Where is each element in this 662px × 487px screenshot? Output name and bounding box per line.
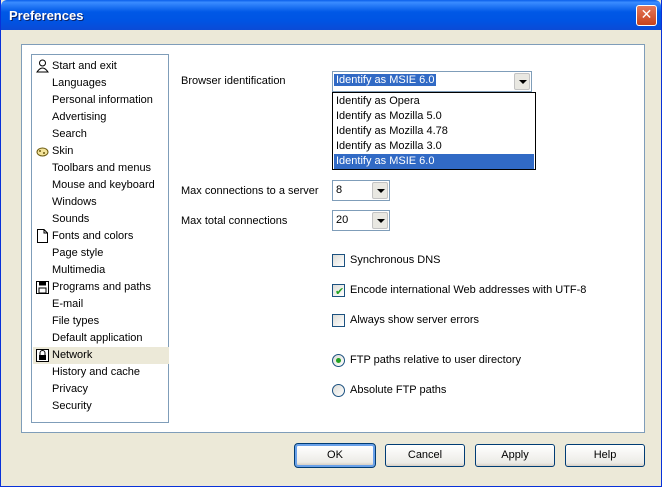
nav-item-label: Sounds bbox=[52, 213, 90, 225]
ok-button[interactable]: OK bbox=[294, 443, 376, 468]
server-errors-label[interactable]: Always show server errors bbox=[350, 314, 479, 326]
nav-item-sounds[interactable]: Sounds bbox=[33, 211, 169, 228]
close-icon: ✕ bbox=[640, 7, 653, 23]
nav-item-default-application[interactable]: Default application bbox=[33, 330, 169, 347]
nav-item-label: Start and exit bbox=[52, 60, 117, 72]
apply-button[interactable]: Apply bbox=[475, 444, 555, 467]
nav-item-label: Fonts and colors bbox=[52, 230, 134, 242]
nav-item-label: Skin bbox=[52, 145, 74, 157]
server-errors-checkbox[interactable] bbox=[332, 314, 345, 327]
nav-item-label: Windows bbox=[52, 196, 97, 208]
sync-dns-label[interactable]: Synchronous DNS bbox=[350, 254, 441, 266]
browser-id-option-label: Identify as Mozilla 3.0 bbox=[336, 140, 442, 152]
max-server-value: 8 bbox=[336, 184, 343, 196]
nav-item-languages[interactable]: Languages bbox=[33, 75, 169, 92]
cancel-button[interactable]: Cancel bbox=[385, 444, 465, 467]
nav-item-advertising[interactable]: Advertising bbox=[33, 109, 169, 126]
browser-id-option-label: Identify as Mozilla 5.0 bbox=[336, 110, 442, 122]
browser-id-option[interactable]: Identify as Opera bbox=[334, 94, 534, 109]
skin-icon bbox=[36, 144, 49, 158]
lock-icon bbox=[36, 348, 49, 362]
nav-item-label: Programs and paths bbox=[52, 281, 152, 293]
radio-dot-icon bbox=[336, 358, 341, 363]
nav-item-label: Network bbox=[52, 349, 93, 361]
nav-item-label: Mouse and keyboard bbox=[52, 179, 155, 191]
nav-item-label: Security bbox=[52, 400, 92, 412]
nav-item-search[interactable]: Search bbox=[33, 126, 169, 143]
utf8-label[interactable]: Encode international Web addresses with … bbox=[350, 284, 586, 296]
nav-item-label: Page style bbox=[52, 247, 104, 259]
preferences-window: Preferences ✕ Start and exit Languages Per… bbox=[0, 0, 662, 487]
nav-item-windows[interactable]: Windows bbox=[33, 194, 169, 211]
nav-item-privacy[interactable]: Privacy bbox=[33, 381, 169, 398]
max-total-label: Max total connections bbox=[181, 215, 288, 227]
close-button[interactable]: ✕ bbox=[636, 5, 657, 26]
nav-item-label: File types bbox=[52, 315, 100, 327]
nav-item-skin[interactable]: Skin bbox=[33, 143, 169, 160]
nav-item-fonts-and-colors[interactable]: Fonts and colors bbox=[33, 228, 169, 245]
ftp-relative-label[interactable]: FTP paths relative to user directory bbox=[350, 354, 521, 366]
browser-id-option[interactable]: Identify as Mozilla 3.0 bbox=[334, 139, 534, 154]
browser-id-option-label: Identify as Opera bbox=[336, 95, 420, 107]
nav-item-label: Toolbars and menus bbox=[52, 162, 152, 174]
check-icon: ✔ bbox=[335, 285, 345, 298]
nav-item-security[interactable]: Security bbox=[33, 398, 169, 415]
nav-item-history-and-cache[interactable]: History and cache bbox=[33, 364, 169, 381]
page-icon bbox=[36, 229, 49, 243]
chevron-down-icon[interactable] bbox=[372, 182, 388, 199]
ftp-absolute-label[interactable]: Absolute FTP paths bbox=[350, 384, 446, 396]
browser-id-option-label: Identify as Mozilla 4.78 bbox=[336, 125, 448, 137]
nav-item-toolbars-and-menus[interactable]: Toolbars and menus bbox=[33, 160, 169, 177]
browser-id-option-label: Identify as MSIE 6.0 bbox=[336, 155, 435, 167]
category-list[interactable]: Start and exit Languages Personal informat… bbox=[31, 54, 169, 423]
ftp-relative-radio[interactable] bbox=[332, 354, 345, 367]
nav-item-label: Personal information bbox=[52, 94, 153, 106]
nav-item-multimedia[interactable]: Multimedia bbox=[33, 262, 169, 279]
browser-id-option[interactable]: Identify as Mozilla 5.0 bbox=[334, 109, 534, 124]
nav-item-label: History and cache bbox=[52, 366, 141, 378]
preferences-panel: Start and exit Languages Personal informat… bbox=[21, 44, 645, 433]
nav-item-label: Multimedia bbox=[52, 264, 106, 276]
nav-item-personal-information[interactable]: Personal information bbox=[33, 92, 169, 109]
title-bar[interactable]: Preferences ✕ bbox=[1, 0, 661, 30]
max-total-value: 20 bbox=[336, 214, 349, 226]
nav-item-page-style[interactable]: Page style bbox=[33, 245, 169, 262]
browser-id-value: Identify as MSIE 6.0 bbox=[334, 74, 437, 86]
ftp-absolute-radio[interactable] bbox=[332, 384, 345, 397]
nav-item-e-mail[interactable]: E-mail bbox=[33, 296, 169, 313]
browser-id-option[interactable]: Identify as Mozilla 4.78 bbox=[334, 124, 534, 139]
chevron-down-icon[interactable] bbox=[514, 73, 530, 90]
nav-item-mouse-and-keyboard[interactable]: Mouse and keyboard bbox=[33, 177, 169, 194]
nav-item-network[interactable]: Network bbox=[33, 347, 169, 364]
utf8-checkbox[interactable]: ✔ bbox=[332, 284, 345, 298]
nav-item-label: Privacy bbox=[52, 383, 89, 395]
nav-item-file-types[interactable]: File types bbox=[33, 313, 169, 330]
max-server-select[interactable]: 8 bbox=[332, 180, 390, 201]
nav-item-programs-and-paths[interactable]: Programs and paths bbox=[33, 279, 169, 296]
nav-item-label: Default application bbox=[52, 332, 143, 344]
browser-id-label: Browser identification bbox=[181, 75, 286, 87]
nav-item-label: Search bbox=[52, 128, 87, 140]
nav-item-label: E-mail bbox=[52, 298, 84, 310]
nav-item-label: Advertising bbox=[52, 111, 107, 123]
window-title: Preferences bbox=[9, 8, 84, 23]
help-button[interactable]: Help bbox=[565, 444, 645, 467]
nav-item-start-and-exit[interactable]: Start and exit bbox=[33, 58, 169, 75]
sync-dns-checkbox[interactable] bbox=[332, 254, 345, 267]
browser-id-select[interactable]: Identify as MSIE 6.0 bbox=[332, 71, 532, 92]
max-server-label: Max connections to a server bbox=[181, 185, 319, 197]
disk-icon bbox=[36, 280, 49, 294]
max-total-select[interactable]: 20 bbox=[332, 210, 390, 231]
browser-id-option[interactable]: Identify as MSIE 6.0 bbox=[334, 154, 534, 169]
person-icon bbox=[36, 59, 49, 73]
chevron-down-icon[interactable] bbox=[372, 212, 388, 229]
nav-item-label: Languages bbox=[52, 77, 107, 89]
browser-id-dropdown-list[interactable]: Identify as Opera Identify as Mozilla 5.0… bbox=[332, 92, 536, 170]
